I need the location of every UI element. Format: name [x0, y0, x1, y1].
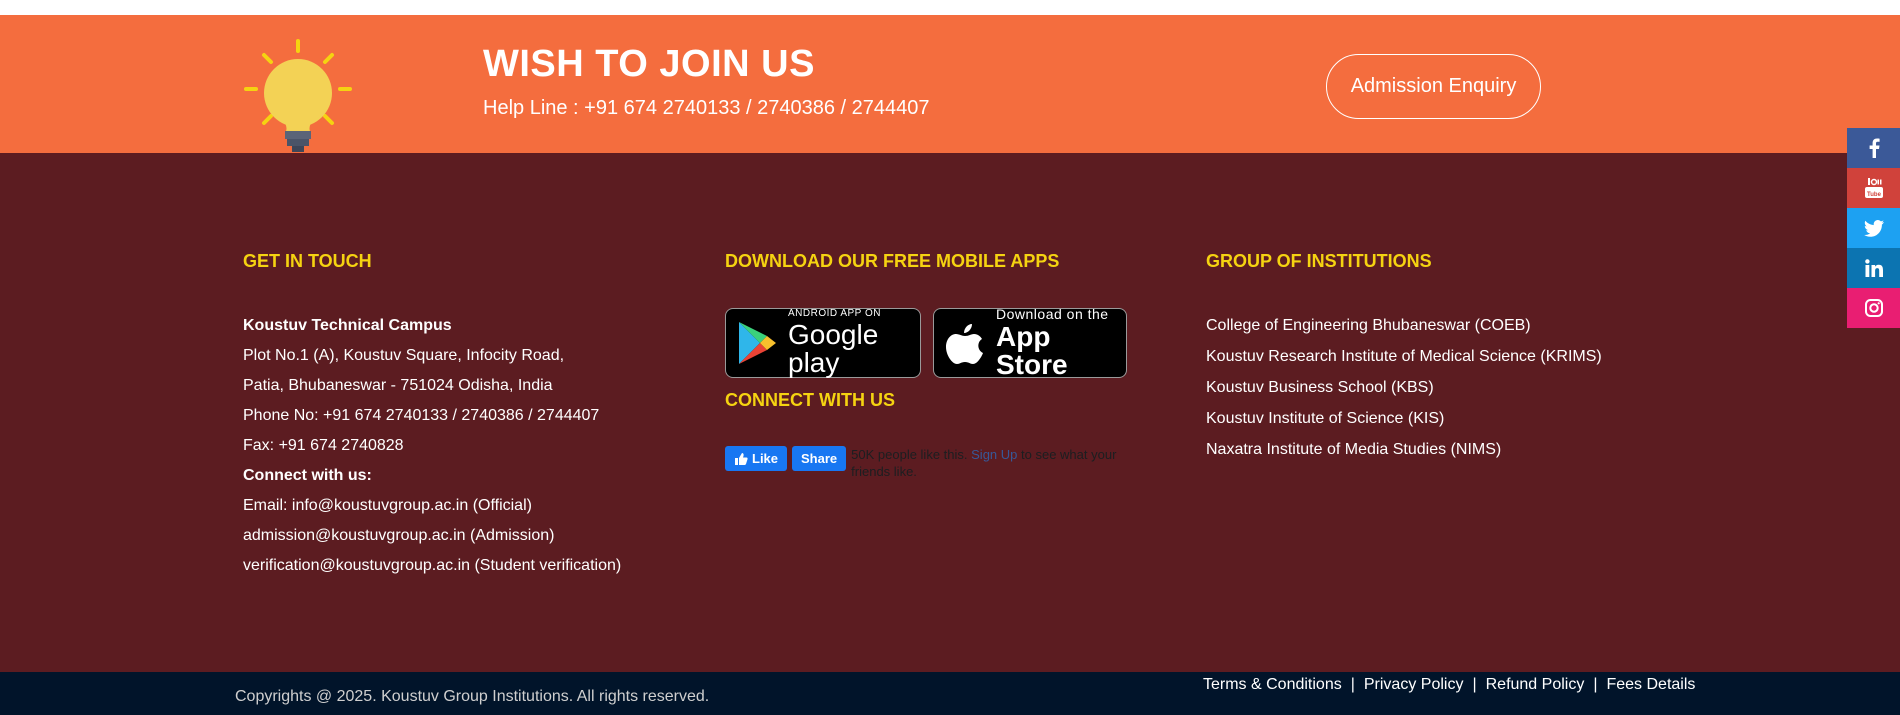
- address-line-2: Patia, Bhubaneswar - 751024 Odisha, Indi…: [243, 377, 553, 394]
- linkedin-icon: [1864, 259, 1883, 277]
- fax-text: Fax: +91 674 2740828: [243, 437, 404, 454]
- terms-link[interactable]: Terms & Conditions: [1203, 676, 1342, 694]
- email-official[interactable]: Email: info@koustuvgroup.ac.in (Official…: [243, 491, 621, 521]
- email-admission[interactable]: admission@koustuvgroup.ac.in (Admission): [243, 521, 621, 551]
- institutions-heading: GROUP OF INSTITUTIONS: [1206, 251, 1432, 271]
- top-white-strip: [0, 0, 1900, 15]
- facebook-icon: [1869, 138, 1880, 158]
- fb-like-count: 50K people like this.: [851, 447, 968, 462]
- policy-links: Terms & Conditions | Privacy Policy | Re…: [1203, 676, 1695, 694]
- institution-link[interactable]: Naxatra Institute of Media Studies (NIMS…: [1206, 434, 1602, 465]
- apps-heading: DOWNLOAD OUR FREE MOBILE APPS: [725, 251, 1060, 271]
- app-store-badge[interactable]: Download on the App Store: [933, 306, 1127, 380]
- fb-share-label: Share: [801, 451, 838, 466]
- refund-link[interactable]: Refund Policy: [1486, 676, 1585, 694]
- google-play-icon: [739, 322, 776, 364]
- link-separator: |: [1350, 676, 1355, 693]
- twitter-icon: [1863, 219, 1884, 237]
- lightbulb-icon: [244, 39, 352, 152]
- address-line-1: Plot No.1 (A), Koustuv Square, Infocity …: [243, 347, 565, 364]
- connect-label: Connect with us:: [243, 467, 372, 484]
- linkedin-button[interactable]: [1847, 248, 1900, 288]
- institutions-list: College of Engineering Bhubaneswar (COEB…: [1206, 310, 1602, 465]
- fb-like-label: Like: [752, 451, 779, 466]
- instagram-button[interactable]: [1847, 288, 1900, 328]
- institution-link[interactable]: Koustuv Business School (KBS): [1206, 372, 1602, 403]
- contact-block: Koustuv Technical Campus Plot No.1 (A), …: [243, 311, 621, 581]
- fb-share-button[interactable]: Share: [792, 446, 847, 471]
- phone-text: Phone No: +91 674 2740133 / 2740386 / 27…: [243, 407, 600, 424]
- admission-enquiry-button[interactable]: Admission Enquiry: [1326, 54, 1541, 119]
- link-separator: |: [1593, 676, 1598, 693]
- app-badges: ANDROID APP ON Google play Download on t…: [725, 306, 1127, 380]
- twitter-button[interactable]: [1847, 208, 1900, 248]
- get-in-touch-heading: GET IN TOUCH: [243, 251, 372, 271]
- join-banner: WISH TO JOIN US Help Line : +91 674 2740…: [0, 15, 1900, 153]
- institution-link[interactable]: Koustuv Institute of Science (KIS): [1206, 403, 1602, 434]
- facebook-button[interactable]: [1847, 128, 1900, 168]
- privacy-link[interactable]: Privacy Policy: [1364, 676, 1464, 694]
- institution-link[interactable]: Koustuv Research Institute of Medical Sc…: [1206, 341, 1602, 372]
- campus-name: Koustuv Technical Campus: [243, 317, 452, 334]
- youtube-button[interactable]: Tube: [1847, 168, 1900, 208]
- email-verification[interactable]: verification@koustuvgroup.ac.in (Student…: [243, 551, 621, 581]
- apple-icon: [946, 324, 983, 364]
- app-store-small-text: Download on the: [996, 306, 1109, 322]
- connect-heading: CONNECT WITH US: [725, 390, 895, 410]
- social-sidebar: Tube: [1847, 128, 1900, 328]
- youtube-icon: Tube: [1864, 178, 1883, 198]
- fb-like-count-text: 50K people like this. Sign Up to see wha…: [851, 446, 1141, 480]
- bottom-bar: Copyrights @ 2025. Koustuv Group Institu…: [0, 672, 1900, 715]
- join-title: WISH TO JOIN US: [483, 43, 815, 85]
- svg-text:Tube: Tube: [1867, 192, 1882, 198]
- google-play-big-text: Google play: [788, 319, 879, 378]
- thumbs-up-icon: [735, 452, 748, 465]
- footer: GET IN TOUCH Koustuv Technical Campus Pl…: [0, 153, 1900, 672]
- fb-like-button[interactable]: Like: [725, 446, 788, 471]
- instagram-icon: [1864, 299, 1883, 317]
- fees-link[interactable]: Fees Details: [1606, 676, 1695, 694]
- link-separator: |: [1472, 676, 1477, 693]
- institution-link[interactable]: College of Engineering Bhubaneswar (COEB…: [1206, 310, 1602, 341]
- app-store-big-text: App Store: [996, 321, 1068, 380]
- google-play-badge[interactable]: ANDROID APP ON Google play: [725, 308, 921, 378]
- google-play-small-text: ANDROID APP ON: [788, 308, 881, 319]
- fb-signup-link[interactable]: Sign Up: [971, 447, 1017, 462]
- copyright-text: Copyrights @ 2025. Koustuv Group Institu…: [235, 688, 710, 705]
- facebook-like-widget: Like Share 50K people like this. Sign Up…: [725, 446, 1141, 480]
- helpline-text: Help Line : +91 674 2740133 / 2740386 / …: [483, 97, 930, 119]
